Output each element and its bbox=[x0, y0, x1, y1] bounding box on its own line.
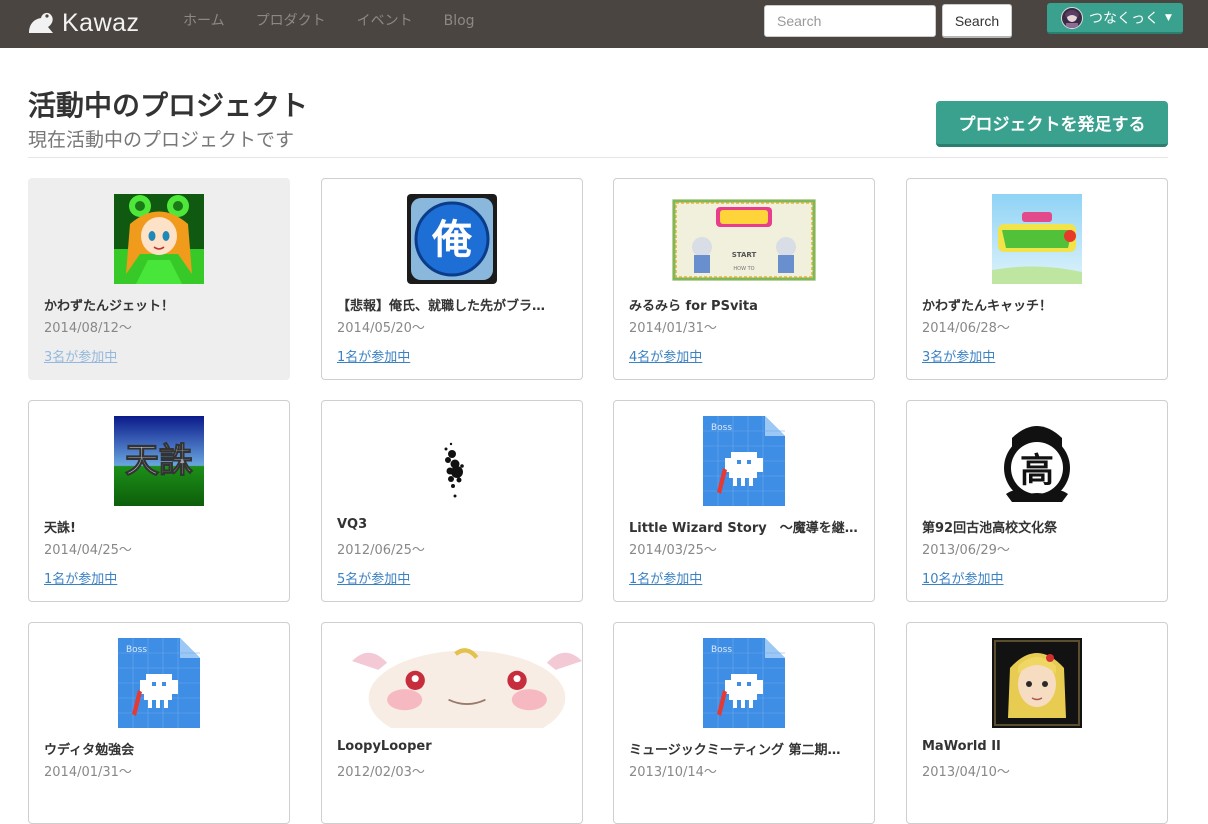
project-date: 2014/05/20〜 bbox=[337, 321, 425, 336]
search-button[interactable]: Search bbox=[942, 4, 1012, 38]
project-card[interactable]: かわずたんキャッチ！ 2014/06/28〜 3名が参加中 bbox=[906, 178, 1168, 380]
nav-products[interactable]: プロダクト bbox=[256, 12, 326, 30]
user-menu-button[interactable]: つなくっく ▼ bbox=[1047, 3, 1183, 34]
svg-text:俺: 俺 bbox=[431, 217, 473, 263]
project-card[interactable]: かわずたんジェット！ 2014/08/12〜 3名が参加中 bbox=[28, 178, 290, 380]
svg-text:HOW TO: HOW TO bbox=[733, 266, 754, 272]
brand-name: Kawaz bbox=[62, 8, 140, 37]
project-thumbnail bbox=[322, 416, 582, 506]
frog-logo-icon bbox=[29, 12, 53, 34]
project-card[interactable]: LoopyLooper 2012/02/03〜 bbox=[321, 622, 583, 824]
project-date: 2014/03/25〜 bbox=[629, 543, 717, 558]
svg-text:START: START bbox=[732, 251, 757, 259]
project-thumbnail bbox=[907, 194, 1167, 284]
project-title[interactable]: 第92回古池高校文化祭 bbox=[922, 517, 1154, 536]
project-title[interactable]: かわずたんジェット！ bbox=[44, 295, 276, 314]
project-card[interactable]: MaWorld II 2013/04/10〜 bbox=[906, 622, 1168, 824]
project-date: 2014/08/12〜 bbox=[44, 321, 132, 336]
project-members-link[interactable]: 5名が参加中 bbox=[337, 568, 410, 587]
project-members-link[interactable]: 4名が参加中 bbox=[629, 346, 702, 365]
project-title[interactable]: ミュージックミーティング 第二期… bbox=[629, 739, 861, 758]
create-project-button[interactable]: プロジェクトを発足する bbox=[936, 101, 1168, 147]
project-title[interactable]: VQ3 bbox=[337, 517, 569, 532]
project-title[interactable]: Little Wizard Story 〜魔導を継… bbox=[629, 517, 861, 536]
svg-text:高: 高 bbox=[1020, 451, 1054, 491]
svg-text:Boss: Boss bbox=[711, 423, 732, 433]
project-thumbnail: Boss bbox=[29, 638, 289, 728]
svg-text:Boss: Boss bbox=[126, 645, 147, 655]
project-date: 2014/01/31〜 bbox=[629, 321, 717, 336]
nav-blog[interactable]: Blog bbox=[444, 12, 475, 30]
project-date: 2012/06/25〜 bbox=[337, 543, 425, 558]
project-thumbnail bbox=[29, 194, 289, 284]
project-card[interactable]: Boss ミュージックミーティング 第二期… 2013/10/14〜 bbox=[613, 622, 875, 824]
project-thumbnail: 高 bbox=[907, 416, 1167, 506]
page-title: 活動中のプロジェクト bbox=[28, 89, 309, 122]
project-card[interactable]: 高 第92回古池高校文化祭 2013/06/29〜 10名が参加中 bbox=[906, 400, 1168, 602]
svg-text:天誅: 天誅 bbox=[125, 441, 193, 481]
caret-down-icon: ▼ bbox=[1165, 12, 1172, 23]
project-title[interactable]: LoopyLooper bbox=[337, 739, 569, 754]
nav-home[interactable]: ホーム bbox=[183, 12, 225, 30]
header-divider bbox=[28, 157, 1168, 158]
project-date: 2013/06/29〜 bbox=[922, 543, 1010, 558]
project-card[interactable]: Boss ウディタ勉強会 2014/01/31〜 bbox=[28, 622, 290, 824]
project-card[interactable]: START HOW TO みるみら for PSvita 2014/01/31〜… bbox=[613, 178, 875, 380]
project-card[interactable]: Boss Little Wizard Story 〜魔導を継… 2014/03/… bbox=[613, 400, 875, 602]
project-thumbnail bbox=[322, 638, 582, 728]
page-subtitle: 現在活動中のプロジェクトです bbox=[28, 129, 295, 151]
project-card[interactable]: 俺 【悲報】俺氏、就職した先がブラ… 2014/05/20〜 1名が参加中 bbox=[321, 178, 583, 380]
project-title[interactable]: ウディタ勉強会 bbox=[44, 739, 276, 758]
project-members-link[interactable]: 1名が参加中 bbox=[337, 346, 410, 365]
project-members-link[interactable]: 1名が参加中 bbox=[44, 568, 117, 587]
project-members-link[interactable]: 1名が参加中 bbox=[629, 568, 702, 587]
project-title[interactable]: みるみら for PSvita bbox=[629, 295, 861, 314]
brand-link[interactable]: Kawaz bbox=[26, 6, 140, 40]
project-card[interactable]: 天誅 天誅! 2014/04/25〜 1名が参加中 bbox=[28, 400, 290, 602]
project-thumbnail: Boss bbox=[614, 638, 874, 728]
project-thumbnail: START HOW TO bbox=[614, 199, 874, 289]
project-members-link[interactable]: 10名が参加中 bbox=[922, 568, 1004, 587]
top-navbar: Kawaz ホーム プロダクト イベント Blog Search つなくっく ▼ bbox=[0, 0, 1208, 48]
avatar bbox=[1061, 6, 1083, 29]
project-thumbnail: Boss bbox=[614, 416, 874, 506]
project-title[interactable]: MaWorld II bbox=[922, 739, 1154, 754]
project-date: 2014/04/25〜 bbox=[44, 543, 132, 558]
project-thumbnail bbox=[907, 638, 1167, 728]
project-title[interactable]: 【悲報】俺氏、就職した先がブラ… bbox=[337, 295, 569, 314]
project-title[interactable]: かわずたんキャッチ！ bbox=[922, 295, 1154, 314]
project-date: 2014/06/28〜 bbox=[922, 321, 1010, 336]
svg-text:Boss: Boss bbox=[711, 645, 732, 655]
project-members-link[interactable]: 3名が参加中 bbox=[44, 346, 117, 365]
main-nav: ホーム プロダクト イベント Blog bbox=[183, 12, 506, 30]
user-name: つなくっく bbox=[1089, 10, 1159, 27]
project-title[interactable]: 天誅! bbox=[44, 517, 276, 536]
search-input[interactable] bbox=[764, 5, 936, 37]
project-members-link[interactable]: 3名が参加中 bbox=[922, 346, 995, 365]
project-card[interactable]: VQ3 2012/06/25〜 5名が参加中 bbox=[321, 400, 583, 602]
project-thumbnail: 天誅 bbox=[29, 416, 289, 506]
project-thumbnail: 俺 bbox=[322, 194, 582, 284]
nav-events[interactable]: イベント bbox=[357, 12, 413, 30]
